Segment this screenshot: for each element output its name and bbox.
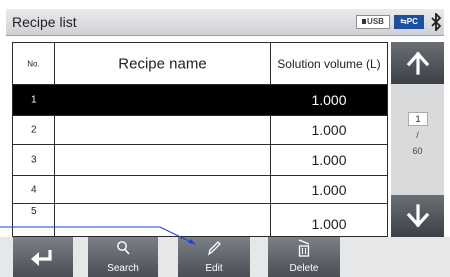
row-number: 1 xyxy=(31,94,37,106)
arrow-up-icon xyxy=(406,51,430,75)
column-header-solution-volume: Solution volume (L) xyxy=(271,43,387,85)
back-button[interactable] xyxy=(13,237,73,277)
pencil-icon xyxy=(207,241,221,256)
recipe-table: No. Recipe name Solution volume (L) 1 1.… xyxy=(12,42,388,237)
scroll-down-button[interactable] xyxy=(391,195,444,237)
search-button[interactable]: Search xyxy=(88,237,158,277)
delete-button-label: Delete xyxy=(289,263,319,274)
delete-button[interactable]: Delete xyxy=(268,237,340,277)
solution-volume-cell: 1.000 xyxy=(311,181,347,198)
table-row[interactable]: 5 1.000 xyxy=(13,204,387,236)
recipe-name-cell xyxy=(55,176,271,203)
row-number: 2 xyxy=(31,124,37,136)
recipe-name-cell xyxy=(55,204,271,236)
page-title: Recipe list xyxy=(12,14,77,30)
bluetooth-icon xyxy=(431,13,442,31)
table-row[interactable]: 4 1.000 xyxy=(13,176,387,204)
page-separator: / xyxy=(416,130,419,140)
recipe-name-cell xyxy=(55,116,271,144)
solution-volume-cell: 1.000 xyxy=(311,122,347,138)
pc-status-badge: ⇆PC xyxy=(394,15,424,29)
search-icon xyxy=(117,241,130,255)
row-number: 4 xyxy=(31,184,37,195)
return-icon xyxy=(31,250,52,266)
footer-toolbar: Search Edit Delete xyxy=(0,237,450,277)
column-header-no: No. xyxy=(13,43,55,85)
arrow-down-icon xyxy=(406,204,430,228)
edit-button[interactable]: Edit xyxy=(178,237,250,277)
title-bar: Recipe list USB ⇆PC xyxy=(6,9,444,36)
column-header-recipe-name: Recipe name xyxy=(55,43,271,85)
scroll-up-button[interactable] xyxy=(391,42,444,84)
row-number: 3 xyxy=(31,154,37,166)
total-pages: 60 xyxy=(412,146,423,156)
solution-volume-cell: 1.000 xyxy=(311,215,347,232)
pc-label: PC xyxy=(406,17,418,26)
table-row[interactable]: 2 1.000 xyxy=(13,116,387,145)
current-page: 1 xyxy=(408,112,428,126)
usb-label: USB xyxy=(367,17,384,26)
trash-icon xyxy=(298,239,310,257)
solution-volume-cell: 1.000 xyxy=(311,152,347,168)
recipe-name-cell xyxy=(55,145,271,175)
usb-status-badge: USB xyxy=(356,15,390,29)
edit-button-label: Edit xyxy=(205,263,223,274)
row-number: 5 xyxy=(31,206,37,217)
recipe-list-screen: Recipe list USB ⇆PC No. Recipe name Solu… xyxy=(0,0,450,277)
table-row[interactable]: 1 1.000 xyxy=(13,85,387,116)
solution-volume-cell: 1.000 xyxy=(311,92,347,108)
recipe-name-cell xyxy=(55,85,271,115)
pager-panel: 1 / 60 xyxy=(391,42,444,237)
search-button-label: Search xyxy=(107,263,139,274)
table-row[interactable]: 3 1.000 xyxy=(13,145,387,176)
